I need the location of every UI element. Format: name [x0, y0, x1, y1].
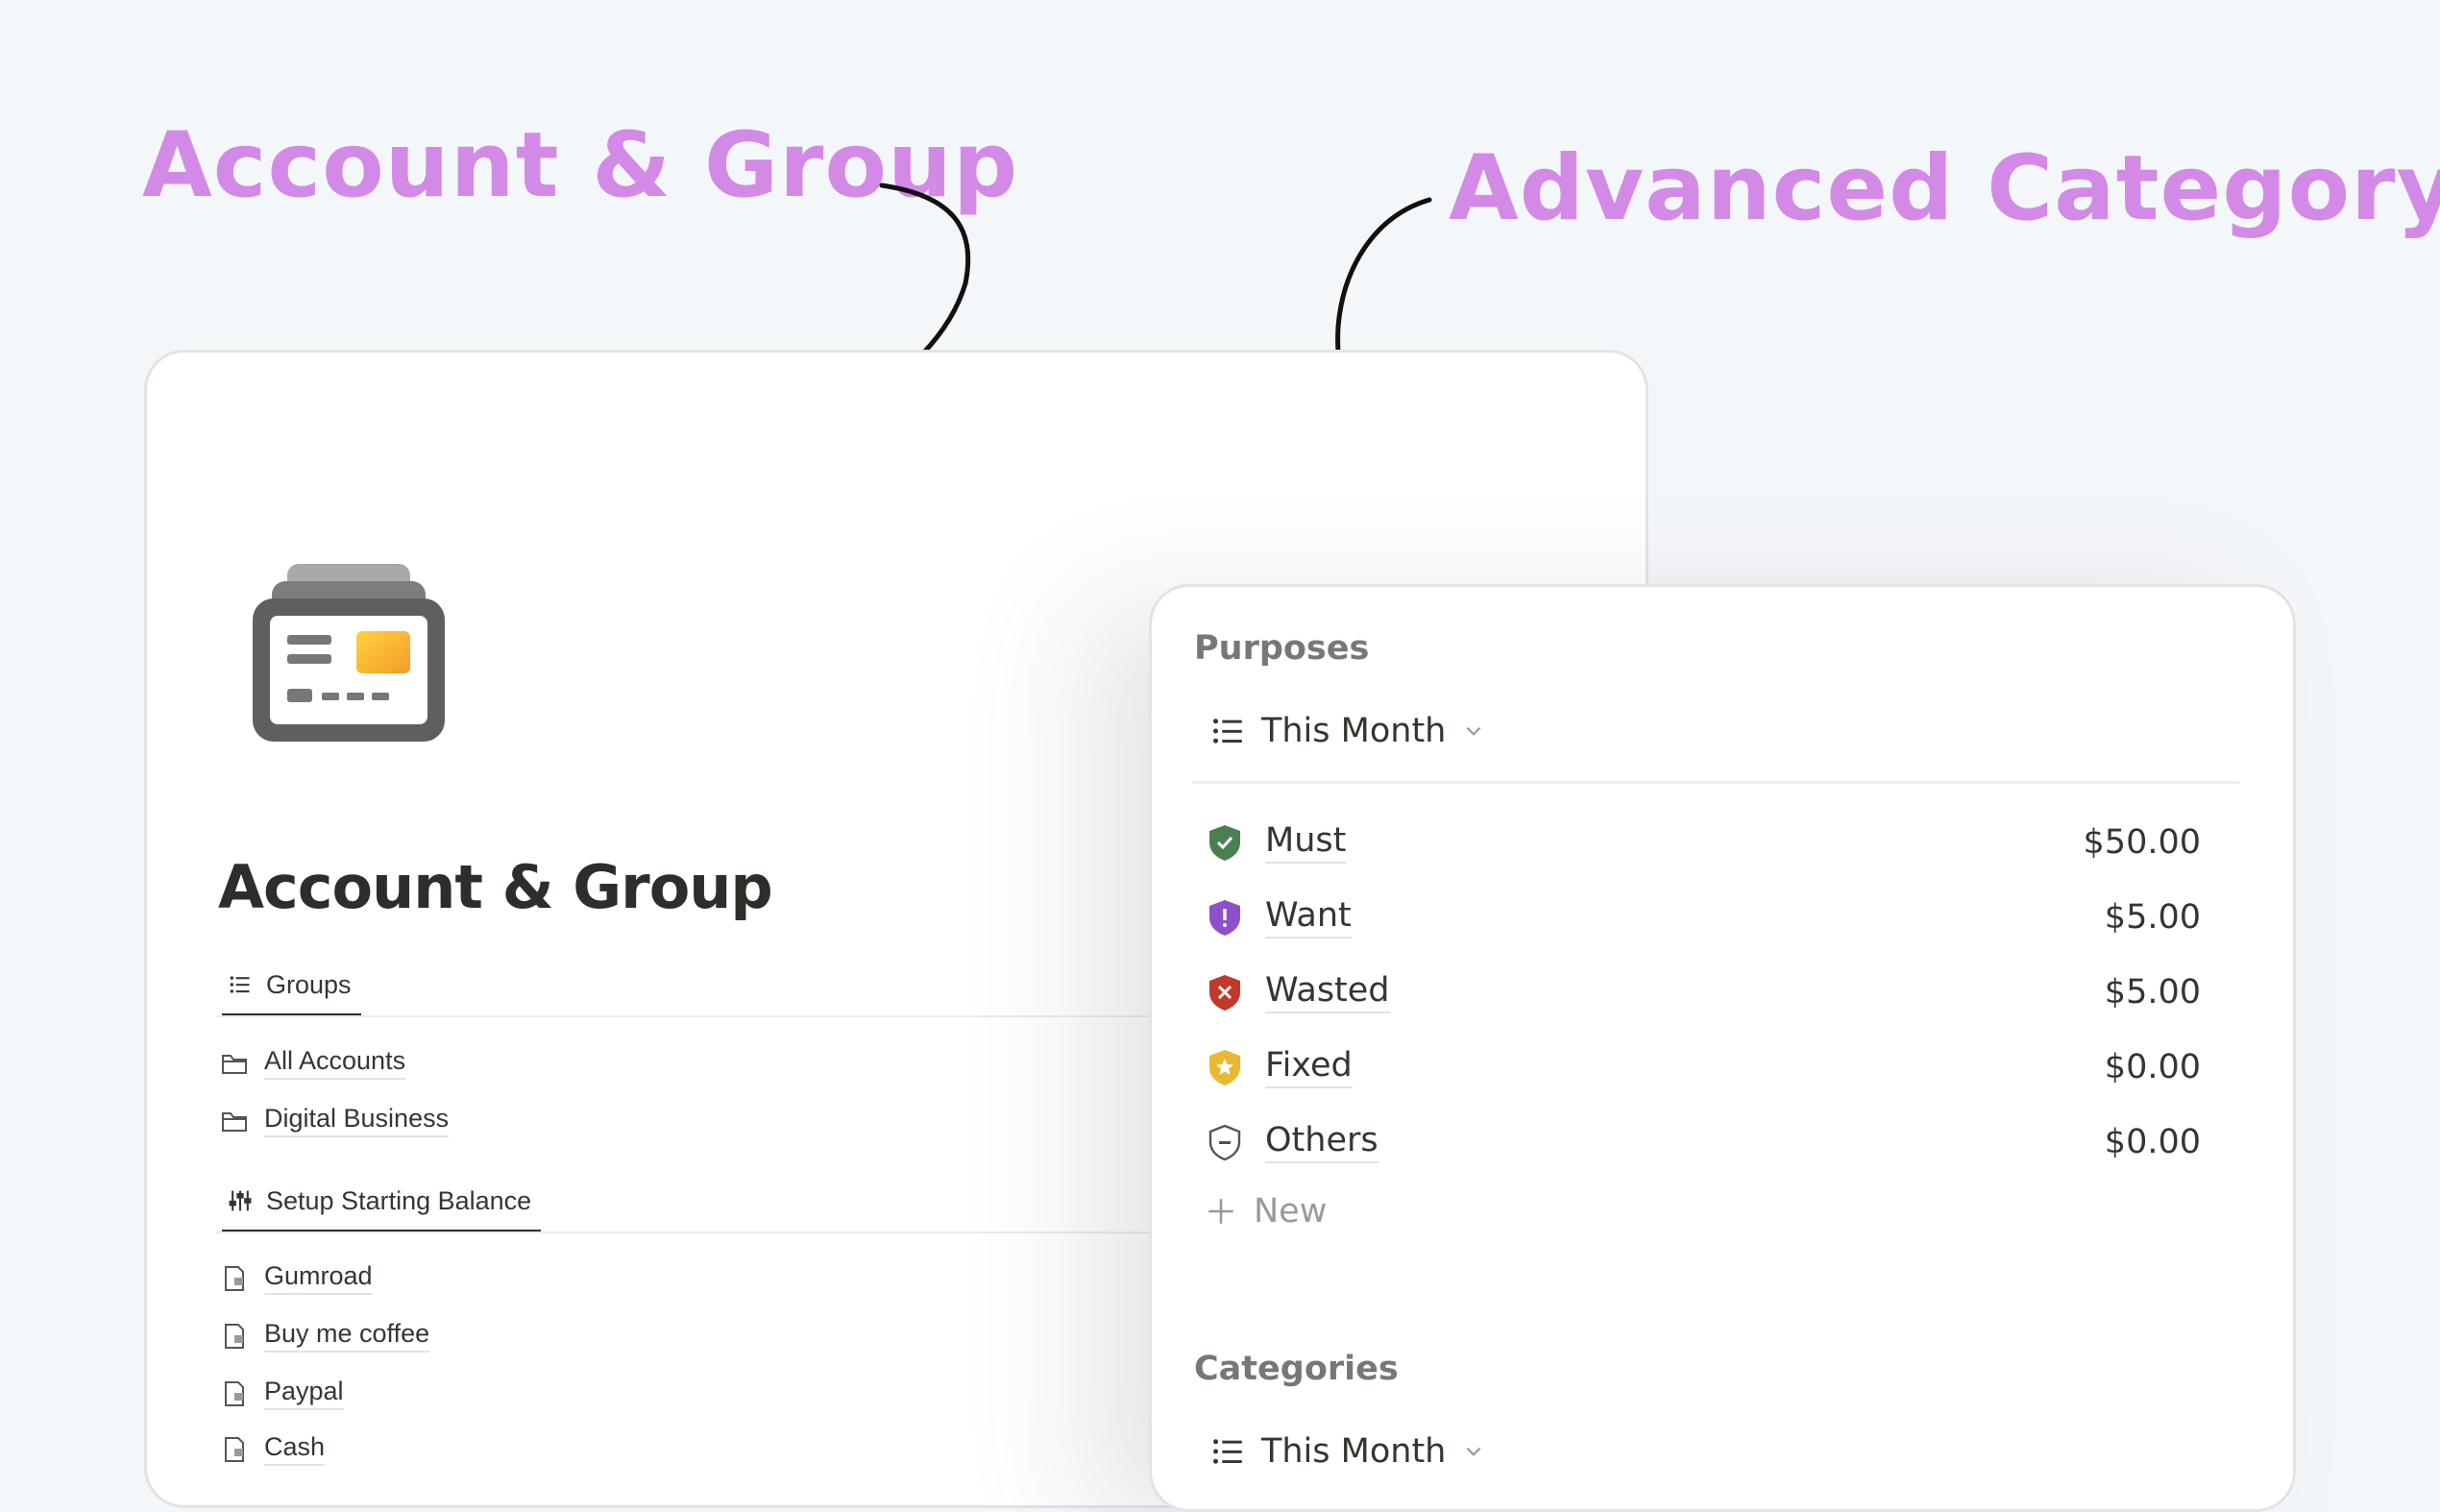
- chevron-down-icon: [1466, 726, 1481, 736]
- folder-icon: [222, 1054, 247, 1074]
- list-item[interactable]: Paypal: [220, 1377, 344, 1410]
- purposes-heading: Purposes: [1194, 629, 1370, 668]
- purpose-amount: $5.00: [2104, 973, 2201, 1012]
- list-icon: [1213, 719, 1242, 744]
- check-shield-icon: [1209, 825, 1240, 861]
- tab-groups[interactable]: Groups: [222, 958, 361, 1017]
- star-shield-icon: [1209, 1050, 1240, 1085]
- purpose-row-want[interactable]: Want $5.00: [1206, 889, 2201, 946]
- purpose-name: Wasted: [1265, 971, 1390, 1013]
- purpose-row-wasted[interactable]: Wasted $5.00: [1206, 963, 2201, 1021]
- tab-setup-starting-balance[interactable]: Setup Starting Balance: [222, 1174, 542, 1233]
- x-shield-icon: [1209, 975, 1240, 1011]
- purposes-view-selector[interactable]: This Month: [1211, 712, 1484, 750]
- exclamation-shield-icon: [1209, 900, 1240, 936]
- list-item[interactable]: All Accounts: [220, 1046, 406, 1080]
- new-purpose-button[interactable]: New: [1206, 1192, 1327, 1231]
- purpose-row-must[interactable]: Must $50.00: [1206, 814, 2201, 871]
- list-item-label: Gumroad: [264, 1261, 373, 1295]
- tab-groups-label: Groups: [266, 969, 352, 999]
- list-item[interactable]: Cash: [220, 1432, 326, 1466]
- purpose-name: Want: [1265, 896, 1352, 939]
- list-item[interactable]: Buy me coffee: [220, 1319, 430, 1353]
- purpose-amount: $50.00: [2083, 823, 2201, 862]
- folder-icon: [222, 1111, 247, 1132]
- purpose-row-fixed[interactable]: Fixed $0.00: [1206, 1038, 2201, 1096]
- list-item[interactable]: Digital Business: [220, 1104, 450, 1137]
- list-item-label: Digital Business: [264, 1104, 450, 1137]
- page-title: Account & Group: [218, 852, 773, 922]
- divider: [1192, 781, 2239, 784]
- advanced-category-card: Purposes This Month Must $50.00 Want $5.…: [1149, 584, 2296, 1512]
- page-icon: [225, 1323, 244, 1349]
- new-purpose-label: New: [1254, 1192, 1328, 1231]
- purpose-name: Fixed: [1265, 1046, 1353, 1088]
- headline-advanced-category: Advanced Category: [1449, 136, 2440, 241]
- list-item[interactable]: Gumroad: [220, 1261, 373, 1295]
- purpose-amount: $5.00: [2104, 898, 2201, 937]
- purposes-view-label: This Month: [1261, 712, 1447, 750]
- wallet-card-icon: [253, 564, 445, 742]
- sliders-icon: [229, 1190, 252, 1211]
- purpose-amount: $0.00: [2104, 1048, 2201, 1086]
- headline-account-group: Account & Group: [142, 113, 1019, 218]
- page-icon: [225, 1380, 244, 1406]
- list-item-label: Paypal: [264, 1377, 344, 1410]
- purpose-amount: $0.00: [2104, 1123, 2201, 1161]
- categories-heading: Categories: [1194, 1350, 1399, 1388]
- categories-view-selector[interactable]: This Month: [1211, 1432, 1484, 1471]
- categories-view-label: This Month: [1261, 1432, 1447, 1471]
- purpose-name: Others: [1265, 1121, 1379, 1163]
- minus-shield-icon: [1208, 1124, 1241, 1161]
- list-icon: [230, 976, 250, 993]
- chevron-down-icon: [1466, 1447, 1481, 1456]
- list-item-label: Cash: [264, 1432, 326, 1466]
- list-icon: [1213, 1439, 1242, 1464]
- list-item-label: All Accounts: [264, 1046, 406, 1080]
- list-item-label: Buy me coffee: [264, 1319, 430, 1353]
- purpose-row-others[interactable]: Others $0.00: [1206, 1113, 2201, 1171]
- purpose-name: Must: [1265, 821, 1347, 864]
- tab-setup-label: Setup Starting Balance: [266, 1185, 532, 1215]
- plus-icon: [1208, 1199, 1233, 1224]
- page-icon: [225, 1436, 244, 1462]
- page-icon: [225, 1265, 244, 1291]
